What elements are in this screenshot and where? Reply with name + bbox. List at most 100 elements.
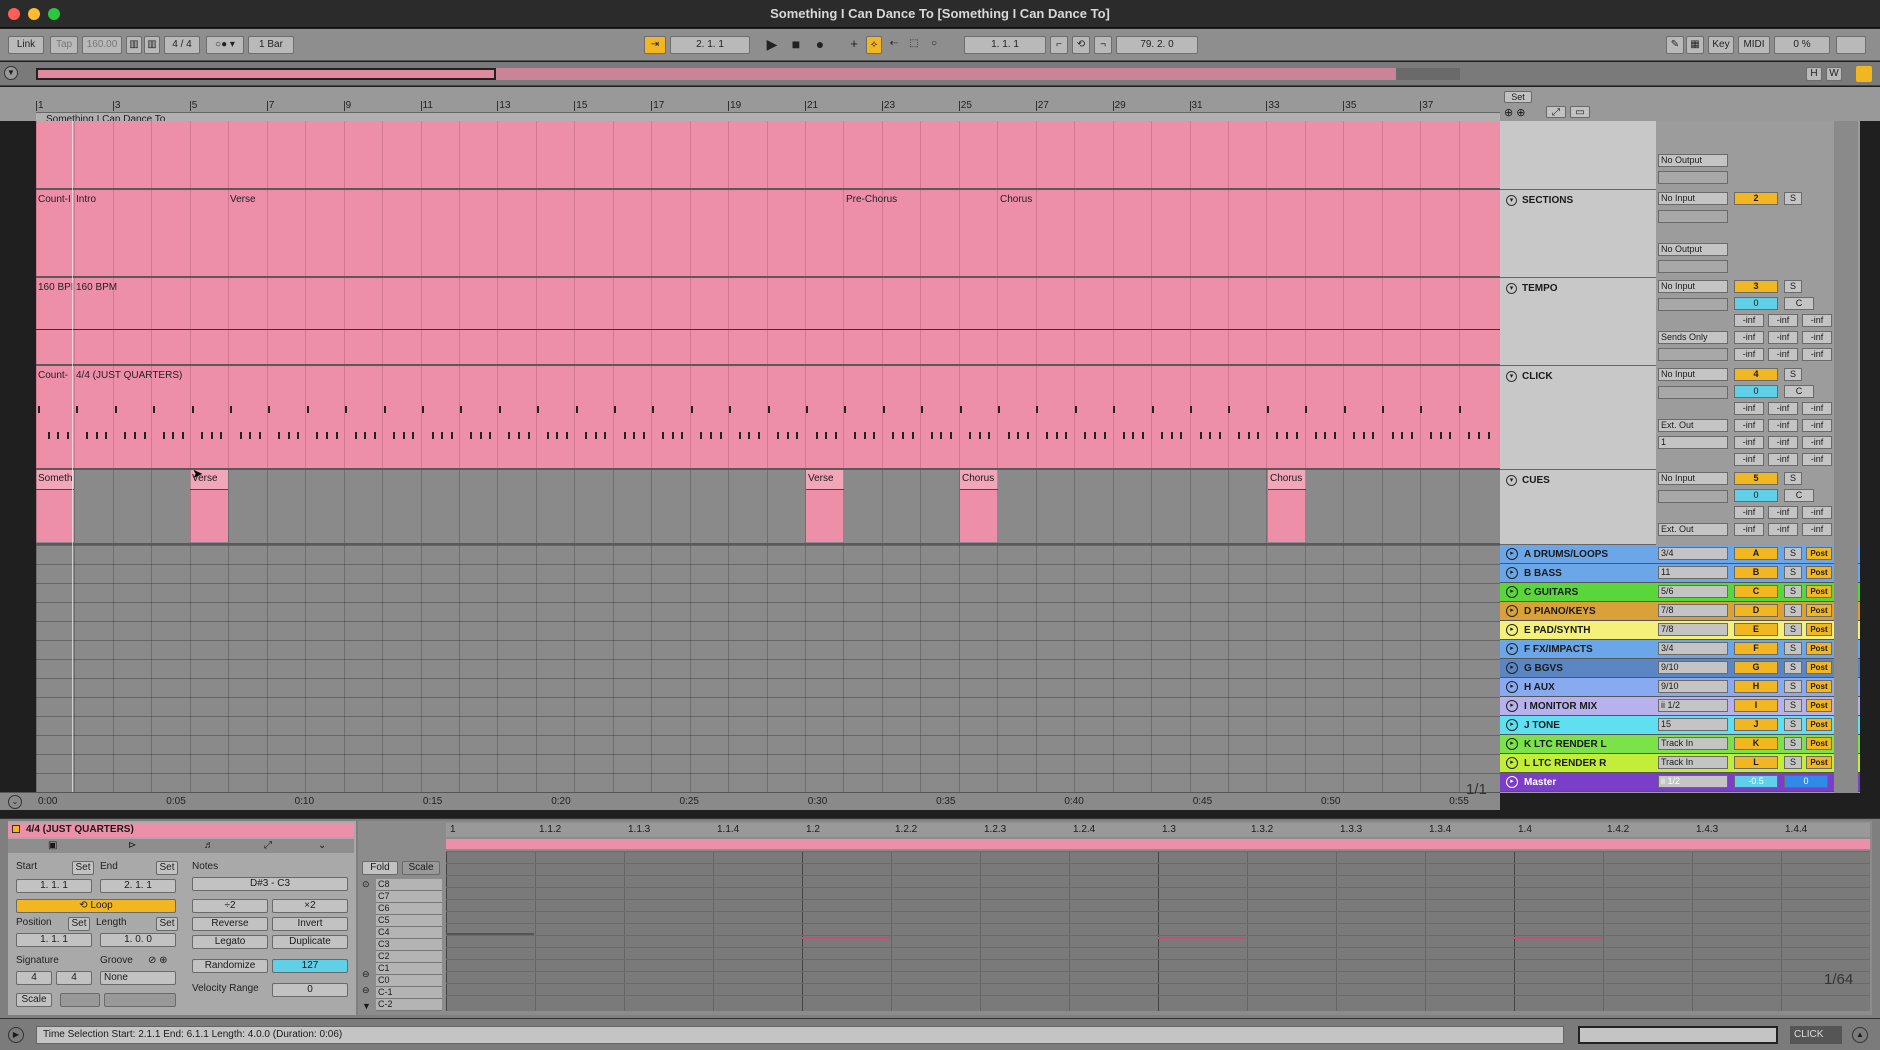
midi-note[interactable]: [1170, 432, 1173, 439]
midi-note[interactable]: [623, 432, 626, 439]
midi-note[interactable]: [671, 432, 674, 439]
midi-note[interactable]: [316, 432, 319, 439]
stop-icon[interactable]: ■: [786, 36, 806, 54]
loop-length-field[interactable]: 1. 0. 0: [100, 933, 176, 947]
send-level-field[interactable]: -inf: [1802, 453, 1832, 466]
midi-note[interactable]: [278, 432, 280, 439]
midi-note[interactable]: [1514, 937, 1602, 939]
end-set-button[interactable]: Set: [156, 861, 178, 875]
midi-note[interactable]: [950, 432, 952, 439]
locator-nav-icons[interactable]: ⊕ ⊕: [1504, 106, 1526, 119]
link-button[interactable]: Link: [8, 36, 44, 54]
group-monitor-post-button[interactable]: Post: [1806, 737, 1832, 750]
browser-toggle-icon[interactable]: [1856, 66, 1872, 82]
send-level-field[interactable]: -inf: [1734, 348, 1764, 361]
midi-note[interactable]: [882, 406, 885, 413]
group-activator[interactable]: A: [1734, 547, 1778, 560]
length-set-button[interactable]: Set: [156, 917, 178, 931]
midi-note[interactable]: [642, 432, 645, 439]
send-level-field[interactable]: -inf: [1802, 523, 1832, 536]
group-monitor-post-button[interactable]: Post: [1806, 642, 1832, 655]
midi-note[interactable]: [1391, 432, 1394, 439]
tempo-clip-count-in[interactable]: 160 BPI: [38, 282, 74, 293]
group-output-select[interactable]: 7/8: [1658, 623, 1728, 636]
follow-icon[interactable]: ⇥: [644, 36, 666, 54]
midi-note[interactable]: [1295, 432, 1298, 439]
midi-note[interactable]: [585, 432, 588, 439]
group-monitor-post-button[interactable]: Post: [1806, 661, 1832, 674]
midi-note[interactable]: [239, 432, 242, 439]
group-output-select[interactable]: 7/8: [1658, 604, 1728, 617]
midi-note[interactable]: [191, 406, 194, 413]
play-icon[interactable]: ▶: [762, 36, 782, 54]
midi-note[interactable]: [1046, 432, 1048, 439]
group-output-select[interactable]: 9/10: [1658, 661, 1728, 674]
top-track-header[interactable]: [1500, 121, 1656, 190]
top-lane[interactable]: [36, 121, 1500, 190]
group-track-header[interactable]: ▸ I MONITOR MIX ii 1/2 I S Post: [1500, 697, 1860, 716]
master-output-select[interactable]: ii 1/2: [1658, 775, 1728, 788]
section-clip-pre-chorus[interactable]: Pre-Chorus: [846, 194, 897, 205]
midi-note[interactable]: [105, 432, 108, 439]
midi-note[interactable]: [182, 432, 184, 439]
cues-pan[interactable]: C: [1784, 489, 1814, 502]
note-range-field[interactable]: D#3 - C3: [192, 877, 348, 891]
send-level-field[interactable]: -inf: [1768, 506, 1798, 519]
midi-note[interactable]: [57, 432, 60, 439]
group-activator[interactable]: L: [1734, 756, 1778, 769]
midi-note[interactable]: [1276, 432, 1279, 439]
groove-select[interactable]: None: [100, 971, 176, 985]
group-output-select[interactable]: 3/4: [1658, 642, 1728, 655]
fold-icon[interactable]: ▾: [1506, 195, 1517, 206]
group-solo-button[interactable]: S: [1784, 623, 1802, 636]
group-track-header[interactable]: ▸ C GUITARS 5/6 C S Post: [1500, 583, 1860, 602]
sections-lane[interactable]: Count-I Intro Verse Pre-Chorus Chorus: [36, 190, 1500, 278]
midi-note[interactable]: [450, 432, 453, 439]
send-level-field[interactable]: -inf: [1768, 348, 1798, 361]
midi-note[interactable]: [1122, 432, 1125, 439]
tempo-solo-button[interactable]: S: [1784, 280, 1802, 293]
record-icon[interactable]: ●: [810, 36, 830, 54]
midi-note[interactable]: [47, 432, 50, 439]
resize-icon[interactable]: ⤢: [1546, 106, 1566, 118]
click-track-activator[interactable]: 4: [1734, 368, 1778, 381]
draw-mode-icon[interactable]: ✎: [1666, 36, 1684, 54]
tap-tempo-button[interactable]: Tap: [50, 36, 78, 54]
divide-by-two-button[interactable]: ÷2: [192, 899, 268, 913]
midi-note[interactable]: [1324, 432, 1327, 439]
midi-note[interactable]: [1430, 432, 1432, 439]
multiply-by-two-button[interactable]: ×2: [272, 899, 348, 913]
midi-note[interactable]: [1334, 432, 1336, 439]
punch-in-icon[interactable]: ⌐: [1050, 36, 1068, 54]
group-activator[interactable]: C: [1734, 585, 1778, 598]
group-output-select[interactable]: 11: [1658, 566, 1728, 579]
midi-note[interactable]: [1142, 432, 1144, 439]
duplicate-button[interactable]: Duplicate: [272, 935, 348, 949]
group-fold-icon[interactable]: ▸: [1506, 662, 1518, 674]
send-level-field[interactable]: -inf: [1768, 436, 1798, 449]
midi-note[interactable]: [1055, 432, 1058, 439]
beat-time-ruler[interactable]: 1 3 5 7 9 11 13 15 17 19 21 23 25 27 29 31 33 35 37 Someth…: [0, 87, 1880, 125]
piano-key-label[interactable]: C1: [376, 963, 442, 975]
piano-key-label[interactable]: C8: [376, 879, 442, 891]
position-set-button[interactable]: Set: [68, 917, 90, 931]
click-input-channel[interactable]: [1658, 386, 1728, 399]
tempo-volume[interactable]: 0: [1734, 297, 1778, 310]
group-fold-icon[interactable]: ▸: [1506, 605, 1518, 617]
midi-note[interactable]: [911, 432, 914, 439]
midi-note[interactable]: [844, 406, 847, 413]
click-clip-main[interactable]: 4/4 (JUST QUARTERS): [76, 370, 182, 381]
midi-note[interactable]: [95, 432, 98, 439]
midi-note[interactable]: [998, 406, 1000, 413]
send-level-field[interactable]: -inf: [1768, 453, 1798, 466]
send-level-field[interactable]: -inf: [1802, 331, 1832, 344]
loop-start-field[interactable]: 1. 1. 1: [964, 36, 1046, 54]
fold-down-icon[interactable]: ⊖: [362, 985, 374, 1001]
send-level-field[interactable]: -inf: [1734, 314, 1764, 327]
midi-note[interactable]: [172, 432, 175, 439]
midi-note[interactable]: [479, 432, 482, 439]
fold-icon[interactable]: ▾: [1506, 283, 1517, 294]
group-fold-icon[interactable]: ▸: [1506, 738, 1518, 750]
group-fold-icon[interactable]: ▸: [1506, 624, 1518, 636]
midi-note[interactable]: [892, 432, 895, 439]
